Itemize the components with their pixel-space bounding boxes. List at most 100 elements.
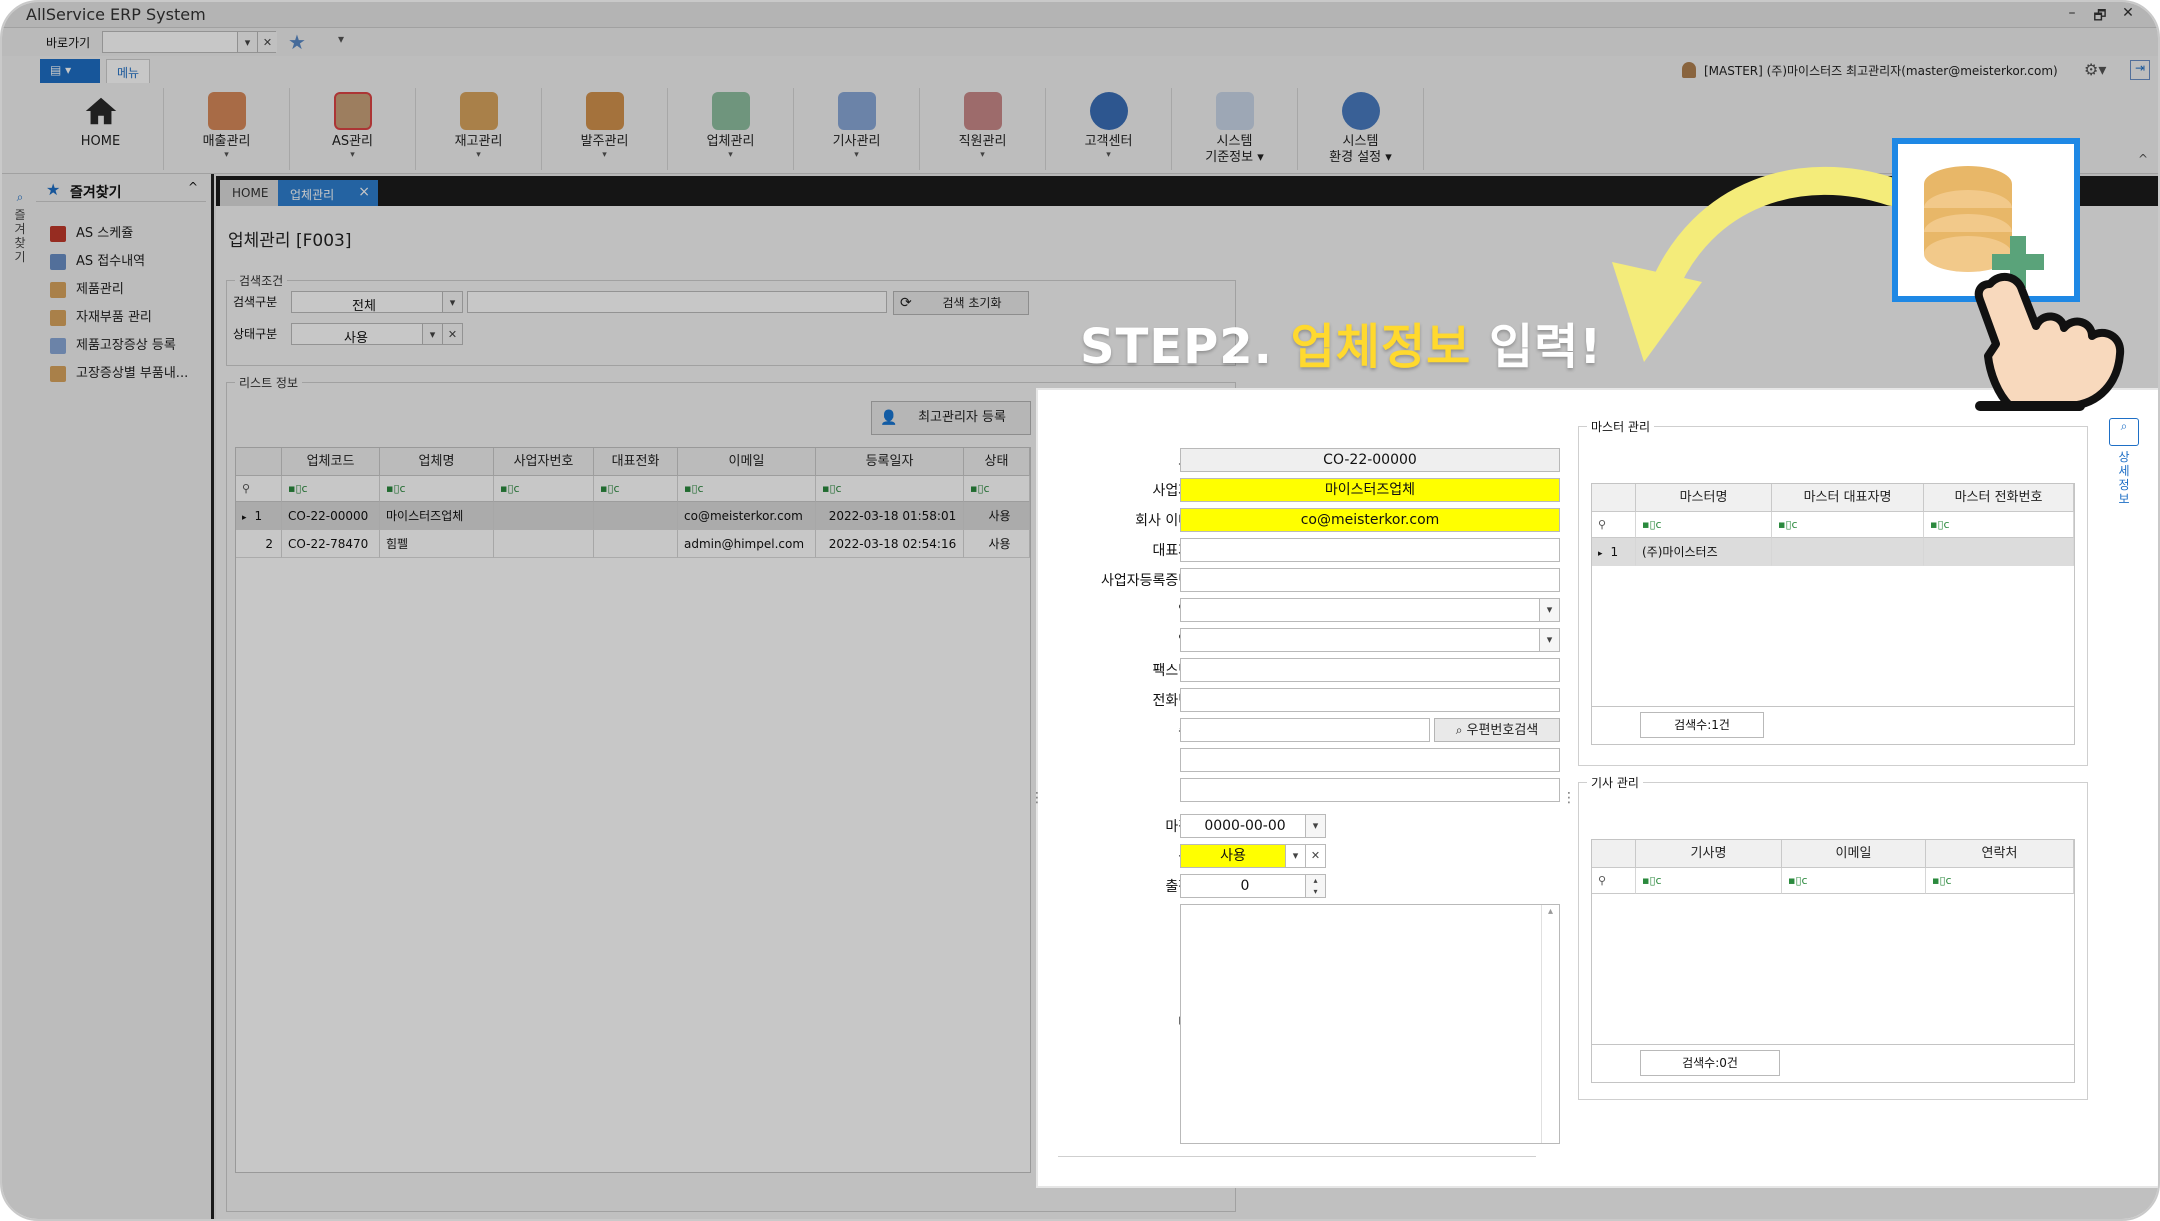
filter-cell[interactable]: ▪▯c [1636, 512, 1772, 538]
column-header[interactable]: 마스터명 [1636, 484, 1772, 512]
bizno-field[interactable] [1180, 568, 1560, 592]
spin-icon[interactable]: ▴ ▾ [1305, 875, 1325, 897]
zipcode-field[interactable] [1180, 718, 1430, 742]
minimize-button[interactable]: – [2060, 5, 2084, 25]
exit-icon[interactable]: ⇥ [2130, 60, 2150, 80]
address-line2-field[interactable] [1180, 778, 1560, 802]
favorites-header[interactable]: ★ 즐겨찾기 ^ [36, 176, 206, 202]
star-icon[interactable]: ★ [288, 30, 306, 54]
sidebar-vertical-tab[interactable]: ⌕ 즐겨찾기 [10, 190, 30, 264]
ribbon-system-env-button[interactable]: 시스템 환경 설정 ▾ [1298, 88, 1424, 170]
ribbon-tab-menu[interactable]: 메뉴 [106, 59, 151, 83]
ribbon-collapse-icon[interactable]: ^ [2138, 152, 2148, 166]
filter-cell[interactable]: ▪▯c [380, 476, 494, 502]
chevron-down-icon[interactable]: ▾ [1539, 599, 1559, 621]
filter-cell[interactable]: ▪▯c [1636, 868, 1782, 894]
memo-scrollbar[interactable]: ▴ [1541, 905, 1559, 1143]
chevron-down-icon[interactable]: ▾ [237, 32, 257, 52]
address-line1-field[interactable] [1180, 748, 1560, 772]
deadline-field[interactable]: 0000-00-00 ▾ [1180, 814, 1326, 838]
sidebar-item-parts[interactable]: 자재부품 관리 [50, 306, 152, 332]
filter-cell[interactable]: ▪▯c [964, 476, 1030, 502]
sidebar-item-as-schedule[interactable]: AS 스케쥴 [50, 222, 133, 248]
column-header[interactable]: 사업자번호 [494, 448, 594, 476]
sidebar-item-as-receipt[interactable]: AS 접수내역 [50, 250, 145, 276]
filter-cell[interactable]: ▪▯c [282, 476, 380, 502]
filter-cell[interactable]: ▪▯c [1772, 512, 1924, 538]
filter-cell[interactable]: ▪▯c [678, 476, 816, 502]
filter-icon[interactable]: ⚲ [1592, 512, 1636, 538]
search-keyword-input[interactable] [467, 291, 887, 313]
search-type-select[interactable]: 전체 ▾ [291, 291, 463, 314]
quickbar-combo[interactable]: ▾ ✕ [102, 31, 277, 53]
sidebar-item-symptom-parts[interactable]: 고장증상별 부품내... [50, 362, 188, 388]
fee-field[interactable]: 0 ▴ ▾ [1180, 874, 1326, 898]
collapse-icon[interactable]: ^ [188, 180, 198, 194]
column-header[interactable]: 연락처 [1926, 840, 2074, 868]
clear-icon[interactable]: ✕ [1305, 845, 1325, 867]
filter-cell[interactable]: ▪▯c [1924, 512, 2074, 538]
ribbon-app-tab[interactable]: ▤ ▾ [40, 59, 100, 83]
filter-cell[interactable]: ▪▯c [1926, 868, 2074, 894]
column-header[interactable]: 이메일 [678, 448, 816, 476]
ribbon-support-button[interactable]: 고객센터 ▾ [1046, 88, 1172, 170]
table-row[interactable]: 2 CO-22-78470 힘펠 admin@himpel.com 2022-0… [236, 530, 1030, 558]
column-header[interactable]: 업체명 [380, 448, 494, 476]
register-admin-button[interactable]: 👤 최고관리자 등록 [871, 401, 1031, 435]
column-header[interactable]: 업체코드 [282, 448, 380, 476]
chevron-down-icon[interactable]: ▾ [422, 324, 442, 344]
ribbon-inventory-button[interactable]: 재고관리 ▾ [416, 88, 542, 170]
clear-icon[interactable]: ✕ [257, 32, 277, 52]
filter-cell[interactable]: ▪▯c [594, 476, 678, 502]
column-header[interactable]: 등록일자 [816, 448, 964, 476]
ribbon-technician-button[interactable]: 기사관리 ▾ [794, 88, 920, 170]
sidebar-item-product[interactable]: 제품관리 [50, 278, 124, 304]
column-header[interactable]: 대표전화 [594, 448, 678, 476]
tab-company[interactable]: 업체관리 × [278, 180, 378, 206]
splitter-handle[interactable]: ⋮ [1030, 790, 1044, 806]
search-reset-button[interactable]: ⟳ 검색 초기화 [893, 291, 1029, 315]
ribbon-as-button[interactable]: AS관리 ▾ [290, 88, 416, 170]
detail-side-tab[interactable]: ⌕ 상세정보 [2104, 418, 2144, 518]
ribbon-sales-button[interactable]: 매출관리 ▾ [164, 88, 290, 170]
close-tab-icon[interactable]: × [358, 184, 370, 200]
ribbon-home-button[interactable]: HOME [38, 88, 164, 170]
ceo-field[interactable] [1180, 538, 1560, 562]
biztype-select[interactable]: ▾ [1180, 628, 1560, 652]
filter-cell[interactable]: ▪▯c [494, 476, 594, 502]
company-name-field[interactable]: 마이스터즈업체 [1180, 478, 1560, 502]
ribbon-company-button[interactable]: 업체관리 ▾ [668, 88, 794, 170]
ribbon-staff-button[interactable]: 직원관리 ▾ [920, 88, 1046, 170]
table-row[interactable]: ▸ 1 CO-22-00000 마이스터즈업체 co@meisterkor.com… [236, 502, 1030, 530]
chevron-down-icon[interactable]: ▾ [1285, 845, 1305, 867]
chevron-down-icon[interactable]: ▾ [442, 292, 462, 312]
filter-icon[interactable]: ⚲ [1592, 868, 1636, 894]
industry-select[interactable]: ▾ [1180, 598, 1560, 622]
table-row[interactable]: ▸ 1 (주)마이스터즈 [1592, 538, 2074, 566]
filter-cell[interactable]: ▪▯c [816, 476, 964, 502]
company-email-field[interactable]: co@meisterkor.com [1180, 508, 1560, 532]
clear-icon[interactable]: ✕ [442, 324, 462, 344]
column-header[interactable]: 이메일 [1782, 840, 1926, 868]
pin-icon[interactable]: ▾ [338, 32, 344, 46]
ribbon-order-button[interactable]: 발주관리 ▾ [542, 88, 668, 170]
tab-home[interactable]: HOME [220, 180, 281, 206]
close-window-button[interactable]: ✕ [2116, 5, 2140, 25]
column-header[interactable]: 마스터 전화번호 [1924, 484, 2074, 512]
filter-cell[interactable]: ▪▯c [1782, 868, 1926, 894]
fax-field[interactable] [1180, 658, 1560, 682]
status-select[interactable]: 사용 ▾ ✕ [1180, 844, 1326, 868]
ribbon-system-base-button[interactable]: 시스템 기준정보 ▾ [1172, 88, 1298, 170]
zipcode-search-button[interactable]: ⌕ 우편번호검색 [1434, 718, 1560, 742]
column-header[interactable]: 상태 [964, 448, 1030, 476]
column-header[interactable]: 마스터 대표자명 [1772, 484, 1924, 512]
gear-icon[interactable]: ⚙▾ [2084, 60, 2106, 79]
sidebar-item-symptom[interactable]: 제품고장증상 등록 [50, 334, 176, 360]
column-header[interactable]: 기사명 [1636, 840, 1782, 868]
phone-field[interactable] [1180, 688, 1560, 712]
splitter-handle[interactable]: ⋮ [1562, 790, 1576, 806]
chevron-down-icon[interactable]: ▾ [1539, 629, 1559, 651]
restore-button[interactable]: 🗗 [2088, 5, 2112, 25]
status-filter-select[interactable]: 사용 ▾ ✕ [291, 323, 463, 346]
memo-textarea[interactable]: ▴ [1180, 904, 1560, 1144]
